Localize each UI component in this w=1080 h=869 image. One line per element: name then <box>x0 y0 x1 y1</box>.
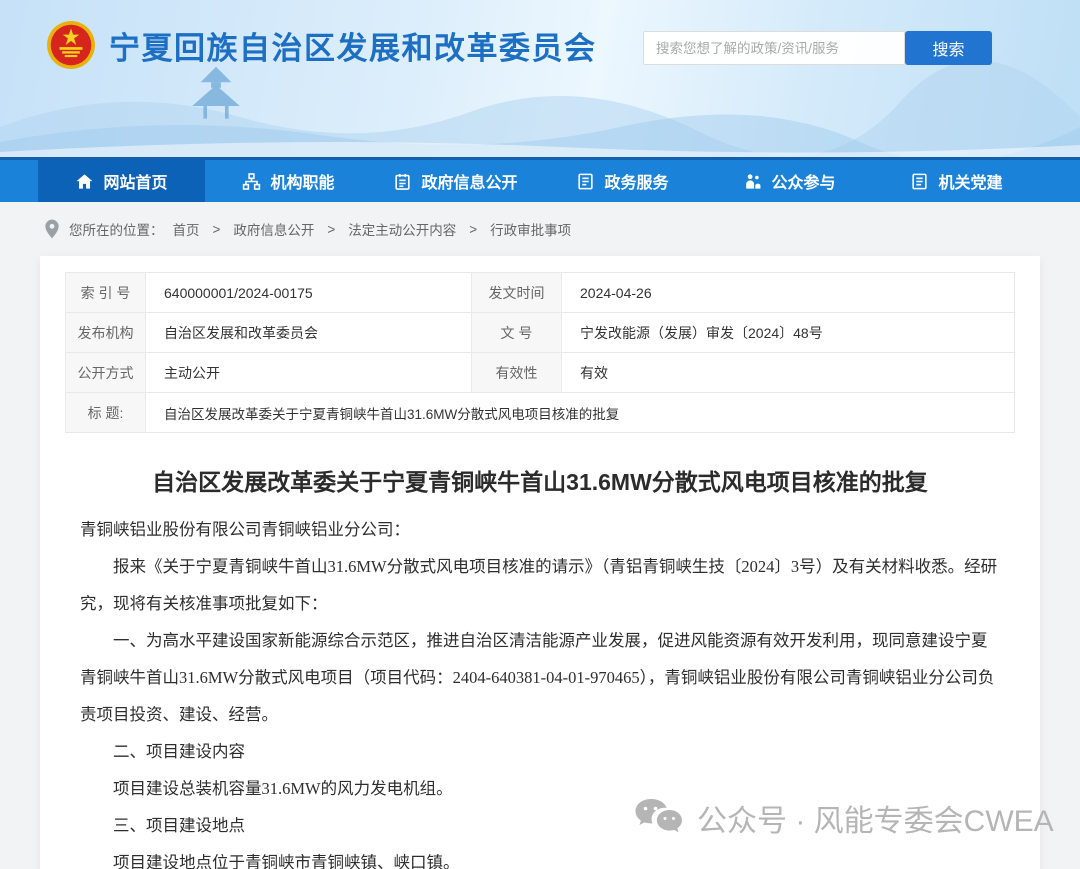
meta-label-title: 标 题: <box>66 393 146 433</box>
meta-row-title: 标 题: 自治区发展改革委关于宁夏青铜峡牛首山31.6MW分散式风电项目核准的批… <box>66 393 1015 433</box>
meta-row-disclosure: 公开方式 主动公开 有效性 有效 <box>66 353 1015 393</box>
meta-label-issue-date: 发文时间 <box>472 273 562 313</box>
nav-item-home[interactable]: 网站首页 <box>38 160 205 202</box>
nav-item-label: 机构职能 <box>270 169 334 193</box>
nav-item-label: 网站首页 <box>103 169 167 193</box>
pagoda-decoration <box>188 62 244 122</box>
nav-item-label: 机关党建 <box>938 169 1002 193</box>
party-building-icon <box>910 172 929 191</box>
breadcrumb-separator: > <box>213 222 221 237</box>
meta-row-agency: 发布机构 自治区发展和改革委员会 文 号 宁发改能源（发展）审发〔2024〕48… <box>66 313 1015 353</box>
meta-label-index-no: 索 引 号 <box>66 273 146 313</box>
doc-paragraph-item-2-heading: 二、项目建设内容 <box>80 733 1000 770</box>
breadcrumb-item-gov-info[interactable]: 政府信息公开 <box>233 219 314 239</box>
site-search: 搜索 <box>643 31 992 65</box>
nav-item-public-participation[interactable]: 公众参与 <box>706 160 873 202</box>
meta-value-issue-date: 2024-04-26 <box>562 273 1015 313</box>
document-meta-table: 索 引 号 640000001/2024-00175 发文时间 2024-04-… <box>65 272 1015 433</box>
breadcrumb-item-statutory-disclosure[interactable]: 法定主动公开内容 <box>348 219 456 239</box>
main-nav: 网站首页 机构职能 政府信息公开 政务服务 公众参与 机关党建 <box>0 157 1080 202</box>
doc-paragraph-salutation: 青铜峡铝业股份有限公司青铜峡铝业分公司： <box>80 511 1000 548</box>
public-participation-icon <box>743 172 762 191</box>
meta-value-disclosure-method: 主动公开 <box>146 353 472 393</box>
nav-item-party-building[interactable]: 机关党建 <box>873 160 1040 202</box>
meta-value-doc-number: 宁发改能源（发展）审发〔2024〕48号 <box>562 313 1015 353</box>
meta-label-validity: 有效性 <box>472 353 562 393</box>
content-card: 索 引 号 640000001/2024-00175 发文时间 2024-04-… <box>40 256 1040 869</box>
meta-value-issuing-agency: 自治区发展和改革委员会 <box>146 313 472 353</box>
breadcrumb-separator: > <box>327 222 335 237</box>
site-banner: 宁夏回族自治区发展和改革委员会 搜索 <box>0 0 1080 157</box>
nav-item-org-functions[interactable]: 机构职能 <box>205 160 372 202</box>
meta-row-index: 索 引 号 640000001/2024-00175 发文时间 2024-04-… <box>66 273 1015 313</box>
watermark: 公众号 · 风能专委会CWEA <box>634 796 1054 840</box>
breadcrumb-item-home[interactable]: 首页 <box>173 219 200 239</box>
national-emblem-icon <box>46 20 96 70</box>
document-title: 自治区发展改革委关于宁夏青铜峡牛首山31.6MW分散式风电项目核准的批复 <box>75 463 1005 497</box>
meta-value-index-no: 640000001/2024-00175 <box>146 273 472 313</box>
location-pin-icon <box>44 219 60 239</box>
site-brand: 宁夏回族自治区发展和改革委员会 <box>46 20 597 70</box>
breadcrumb-prefix: 您所在的位置： <box>69 219 164 239</box>
info-open-icon <box>393 172 412 191</box>
wechat-icon <box>634 797 684 839</box>
watermark-label: 公众号 · 风能专委会CWEA <box>697 796 1054 840</box>
doc-paragraph-item-1: 一、为高水平建设国家新能源综合示范区，推进自治区清洁能源产业发展，促进风能资源有… <box>80 622 1000 733</box>
meta-value-title: 自治区发展改革委关于宁夏青铜峡牛首山31.6MW分散式风电项目核准的批复 <box>146 393 1015 433</box>
service-doc-icon <box>576 172 595 191</box>
site-title: 宁夏回族自治区发展和改革委员会 <box>109 23 597 68</box>
search-button[interactable]: 搜索 <box>905 31 992 65</box>
breadcrumb-item-admin-approval[interactable]: 行政审批事项 <box>490 219 571 239</box>
nav-item-label: 政府信息公开 <box>421 169 517 193</box>
breadcrumb: 您所在的位置： 首页 > 政府信息公开 > 法定主动公开内容 > 行政审批事项 <box>0 202 1080 256</box>
nav-item-gov-services[interactable]: 政务服务 <box>539 160 706 202</box>
nav-item-gov-info-disclosure[interactable]: 政府信息公开 <box>372 160 539 202</box>
doc-paragraph-item-3-body: 项目建设地点位于青铜峡市青铜峡镇、峡口镇。 <box>80 844 1000 869</box>
meta-label-doc-number: 文 号 <box>472 313 562 353</box>
doc-paragraph-intro: 报来《关于宁夏青铜峡牛首山31.6MW分散式风电项目核准的请示》（青铝青铜峡生技… <box>80 548 1000 622</box>
meta-label-disclosure-method: 公开方式 <box>66 353 146 393</box>
home-icon <box>75 172 94 191</box>
meta-label-issuing-agency: 发布机构 <box>66 313 146 353</box>
org-chart-icon <box>242 172 261 191</box>
breadcrumb-separator: > <box>469 222 477 237</box>
nav-item-label: 政务服务 <box>604 169 668 193</box>
meta-value-validity: 有效 <box>562 353 1015 393</box>
nav-item-label: 公众参与 <box>771 169 835 193</box>
search-input[interactable] <box>643 31 905 65</box>
mountains-decoration <box>0 57 1080 157</box>
